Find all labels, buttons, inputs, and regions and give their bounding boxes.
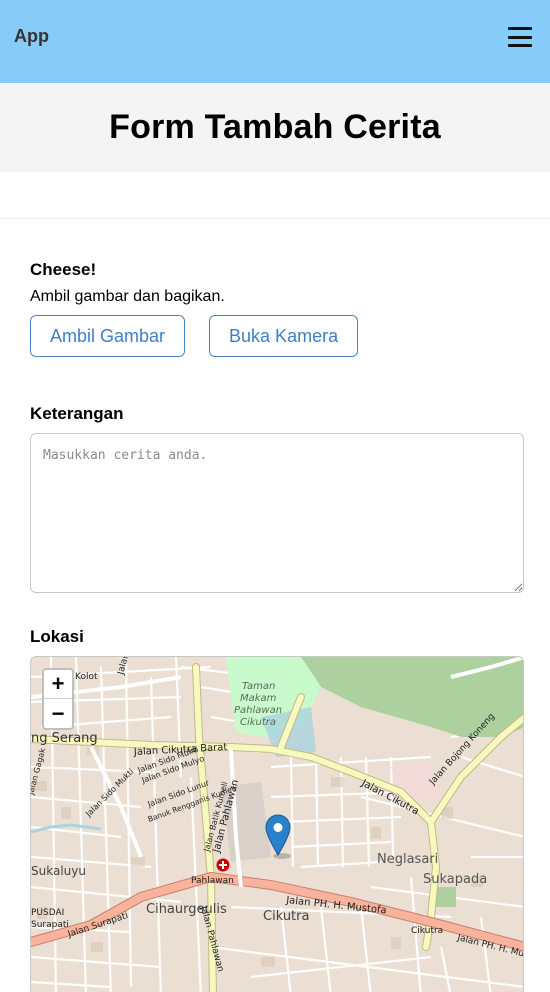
description-section: Keterangan — [30, 404, 524, 593]
story-textarea[interactable] — [30, 433, 524, 593]
label-taman-3: Pahlawan — [234, 705, 282, 716]
page-title: Form Tambah Cerita — [109, 108, 441, 146]
label-taman-1: Taman — [242, 681, 275, 692]
photo-description: Ambil gambar dan bagikan. — [30, 288, 225, 305]
map-tiles[interactable]: Kolot Jalan Cigad Taman Makam Pahlawan C… — [31, 657, 524, 992]
title-band: Form Tambah Cerita — [0, 83, 550, 172]
label-taman-4: Cikutra — [240, 717, 276, 728]
hamburger-line — [508, 44, 532, 47]
divider — [0, 172, 550, 219]
photo-buttons: Ambil Gambar Buka Kamera — [30, 315, 524, 357]
app-brand[interactable]: App — [14, 26, 49, 47]
small-park — [436, 887, 456, 907]
label-cikutra-2: Cikutra — [411, 926, 443, 936]
description-label: Keterangan — [30, 404, 124, 423]
location-section: Lokasi Kolot Taman Makam Pahlawan Cikutr… — [30, 627, 524, 992]
open-camera-button[interactable]: Buka Kamera — [209, 315, 359, 357]
label-taman-2: Makam — [240, 693, 277, 704]
hamburger-line — [508, 27, 532, 30]
label-cikutra: Cikutra — [263, 909, 309, 924]
zoom-out-button[interactable]: − — [44, 699, 72, 728]
label-ng-serang: ng Serang — [31, 731, 98, 746]
photo-section: Cheese! Ambil gambar dan bagikan. Ambil … — [30, 260, 524, 357]
location-label: Lokasi — [30, 627, 84, 646]
pick-image-button[interactable]: Ambil Gambar — [30, 315, 186, 357]
label-sukaluyu: Sukaluyu — [31, 864, 86, 878]
hamburger-line — [508, 35, 532, 39]
label-cihaurgeulis: Cihaurgeulis — [146, 902, 227, 917]
zoom-control: + − — [42, 668, 74, 730]
label-pusdai: PUSDAI — [31, 908, 64, 918]
photo-label: Cheese! — [30, 260, 97, 279]
location-map[interactable]: Kolot Jalan Cigad Taman Makam Pahlawan C… — [30, 656, 524, 992]
hospital-icon — [216, 858, 230, 872]
zoom-in-button[interactable]: + — [44, 670, 72, 699]
label-sukapada: Sukapada — [423, 872, 487, 887]
label-surapati: Surapati — [31, 920, 69, 930]
label-neglasari: Neglasari — [377, 852, 438, 867]
app-header: App — [0, 0, 550, 83]
label-pahlawan: Pahlawan — [191, 876, 234, 886]
hamburger-icon[interactable] — [508, 24, 532, 50]
label-kolot: Kolot — [75, 672, 98, 682]
add-story-form: Cheese! Ambil gambar dan bagikan. Ambil … — [0, 260, 550, 992]
